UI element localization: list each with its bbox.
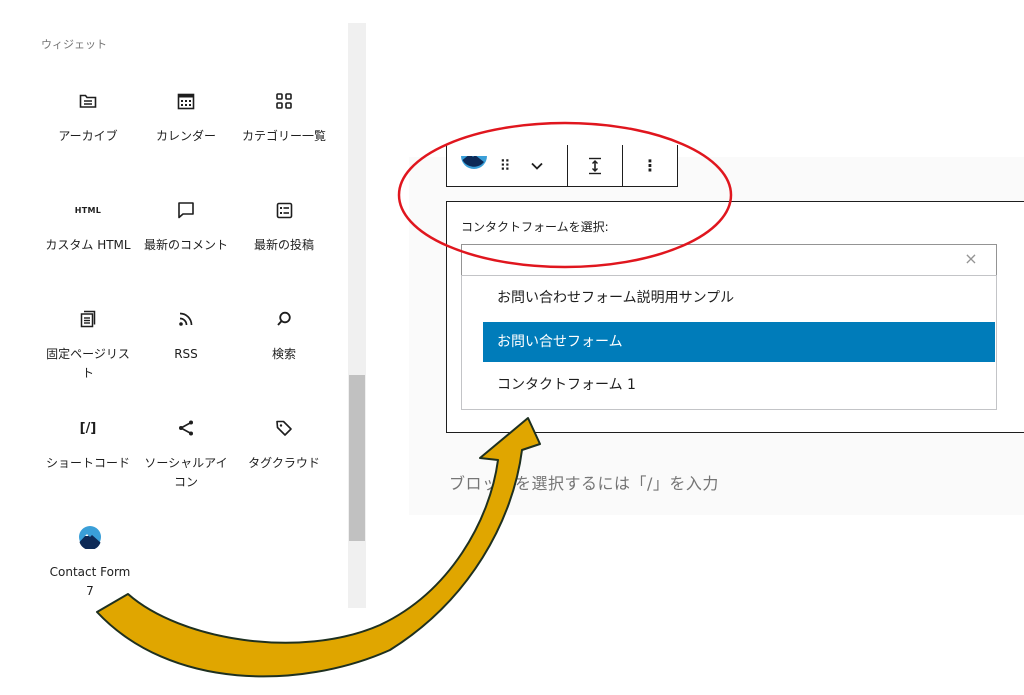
- block-label: ショートコード: [45, 456, 130, 470]
- block-label: RSS: [174, 347, 198, 361]
- block-social-icons[interactable]: ソーシャルアイコン: [141, 416, 231, 492]
- drag-handle-icon[interactable]: ⠿: [493, 145, 517, 186]
- block-page-list[interactable]: 固定ページリスト: [43, 307, 133, 383]
- block-latest-comments[interactable]: 最新のコメント: [141, 198, 231, 255]
- form-option-selected[interactable]: お問い合せフォーム: [483, 322, 995, 362]
- block-toolbar: ⠿ ⋮: [446, 145, 678, 187]
- block-shortcode[interactable]: [/] ショートコード: [43, 416, 133, 473]
- block-label: 最新の投稿: [253, 238, 314, 252]
- scrollbar-thumb[interactable]: [349, 375, 365, 541]
- block-label: Contact Form 7: [49, 565, 131, 598]
- block-label: アーカイブ: [58, 129, 118, 143]
- contact-form-7-mountain-icon: [78, 525, 102, 549]
- categories-grid-icon: [272, 89, 296, 113]
- archive-folder-icon: [76, 89, 100, 113]
- contact-form-select-label: コンタクトフォームを選択:: [461, 220, 609, 234]
- block-label: ソーシャルアイコン: [144, 456, 228, 489]
- block-custom-html[interactable]: HTML カスタム HTML: [43, 198, 133, 255]
- block-label: カレンダー: [155, 129, 216, 143]
- move-chevron-down-icon[interactable]: [525, 145, 549, 186]
- comment-icon: [174, 198, 198, 222]
- block-label: 最新のコメント: [143, 238, 228, 252]
- block-label: 固定ページリスト: [46, 347, 130, 380]
- form-option[interactable]: コンタクトフォーム 1: [483, 365, 995, 405]
- calendar-icon: [174, 89, 198, 113]
- block-rss[interactable]: RSS: [141, 307, 231, 364]
- more-options-icon[interactable]: ⋮: [642, 145, 658, 186]
- block-archives[interactable]: アーカイブ: [43, 89, 133, 146]
- form-option[interactable]: お問い合わせフォーム説明用サンプル: [483, 278, 995, 318]
- block-contact-form-7[interactable]: Contact Form 7: [45, 525, 135, 601]
- shortcode-icon: [/]: [79, 420, 97, 436]
- html-icon: HTML: [74, 205, 102, 215]
- post-list-icon: [272, 198, 296, 222]
- clear-icon[interactable]: ×: [963, 250, 979, 268]
- rss-icon: [174, 307, 198, 331]
- share-icon: [174, 416, 198, 440]
- contact-form-search-input[interactable]: [461, 244, 997, 276]
- tag-icon: [272, 416, 296, 440]
- block-calendar[interactable]: カレンダー: [141, 89, 231, 146]
- block-appender-placeholder[interactable]: ブロックを選択するには「/」を入力: [449, 470, 719, 494]
- block-latest-posts[interactable]: 最新の投稿: [239, 198, 329, 255]
- block-label: 検索: [271, 347, 296, 361]
- align-vertical-icon[interactable]: [588, 145, 602, 186]
- block-categories[interactable]: カテゴリー一覧: [239, 89, 329, 146]
- section-title-widgets: ウィジェット: [41, 38, 107, 51]
- block-type-cf7-icon[interactable]: [459, 145, 489, 186]
- page-list-icon: [76, 307, 100, 331]
- block-tag-cloud[interactable]: タグクラウド: [239, 416, 329, 473]
- search-icon: [272, 307, 296, 331]
- block-label: タグクラウド: [248, 456, 320, 470]
- block-search[interactable]: 検索: [239, 307, 329, 364]
- block-label: カテゴリー一覧: [241, 129, 326, 143]
- block-label: カスタム HTML: [45, 238, 131, 252]
